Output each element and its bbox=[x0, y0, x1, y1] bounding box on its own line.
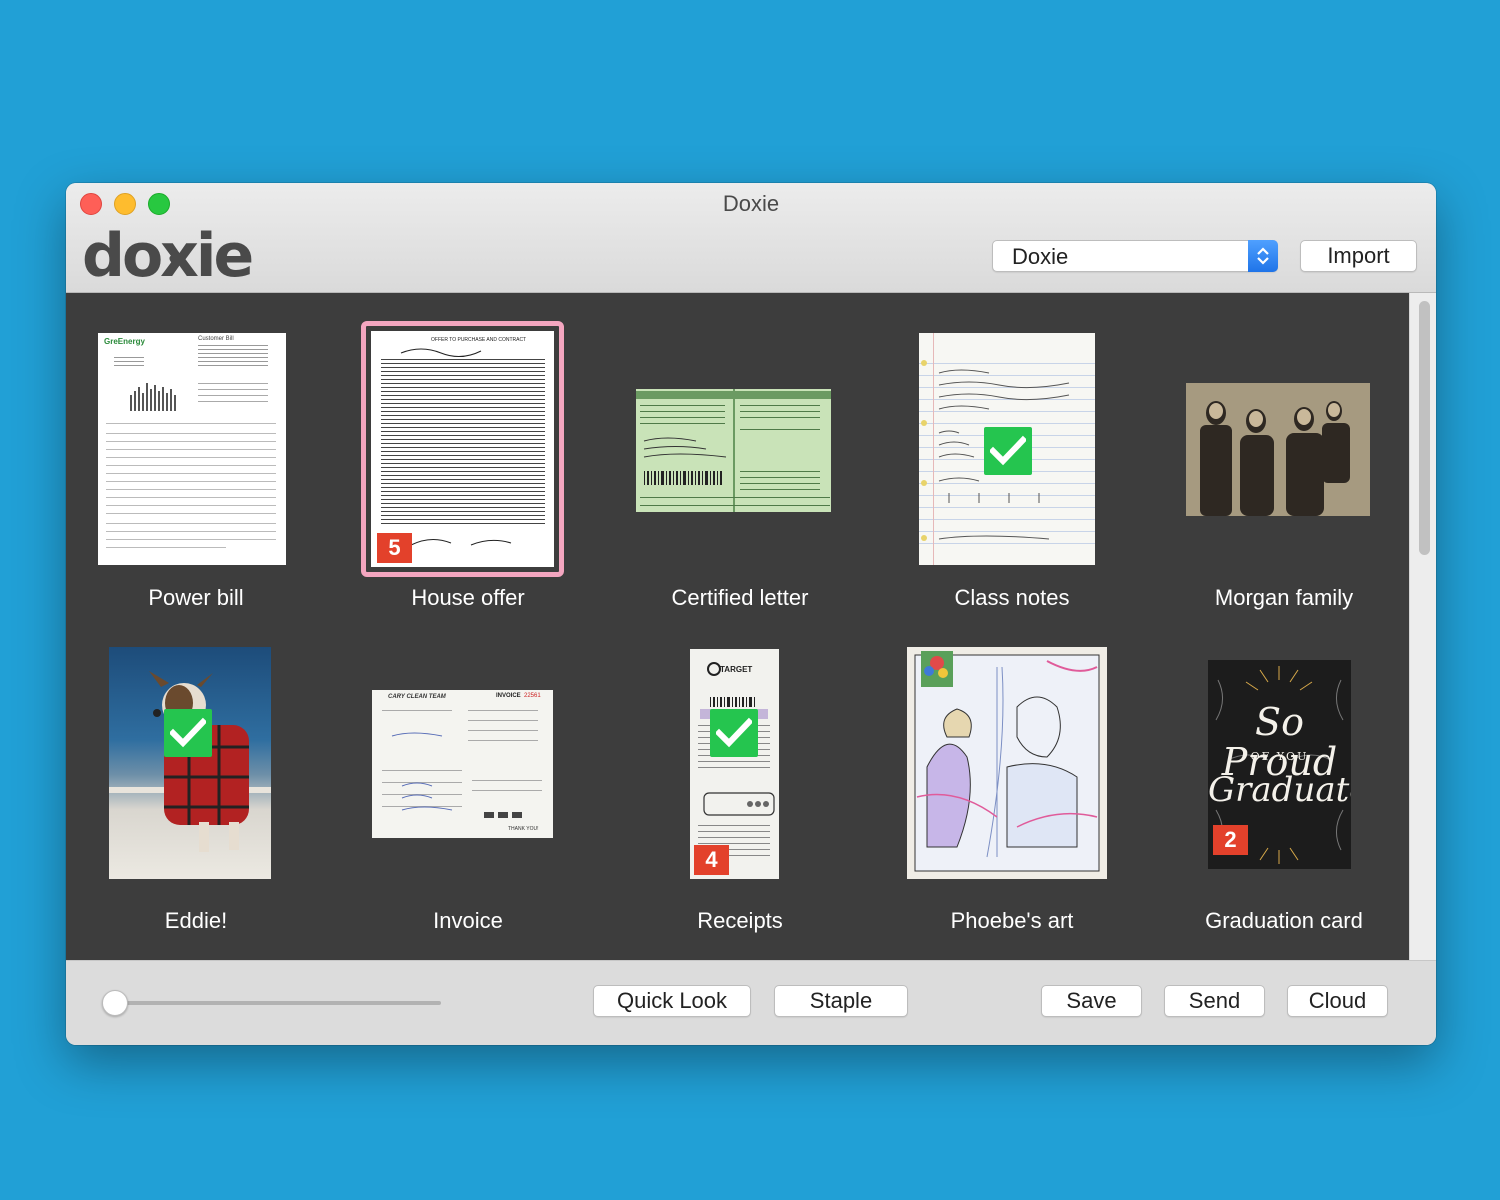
card-line-3: Graduate bbox=[1208, 770, 1351, 810]
scan-item-certified-letter[interactable]: Certified letter bbox=[610, 293, 870, 623]
scan-item-power-bill[interactable]: GreEnergy Customer Bill Power bill bbox=[66, 293, 326, 623]
scan-item-label: Class notes bbox=[954, 585, 1070, 610]
quick-look-button[interactable]: Quick Look bbox=[593, 985, 751, 1017]
page-count-badge: 4 bbox=[694, 845, 729, 875]
scan-item-label: Eddie! bbox=[164, 908, 228, 933]
scan-item-phoebes-art[interactable]: Phoebe's art bbox=[882, 615, 1142, 945]
select-stepper-icon bbox=[1248, 240, 1278, 272]
thumbnail-size-slider[interactable] bbox=[114, 1001, 441, 1005]
logo-text: doxie bbox=[82, 221, 254, 291]
invoice-content bbox=[382, 710, 542, 818]
scan-item-class-notes[interactable]: Class notes bbox=[882, 293, 1142, 623]
scan-item-label: Morgan family bbox=[1214, 585, 1354, 610]
page-count-badge: 5 bbox=[377, 533, 412, 563]
title-bar: Doxie doxie ♥ Doxie Import bbox=[66, 183, 1436, 293]
page-count-badge: 2 bbox=[1213, 825, 1248, 855]
device-select-value: Doxie bbox=[1012, 244, 1069, 269]
dog-figure bbox=[109, 671, 271, 852]
cloud-button[interactable]: Cloud bbox=[1287, 985, 1388, 1017]
scan-item-morgan-family[interactable]: Morgan family bbox=[1154, 293, 1414, 623]
scan-grid: GreEnergy Customer Bill Power bill OFFER… bbox=[66, 293, 1409, 960]
window-title: Doxie bbox=[722, 191, 780, 216]
invoice-thumbnail: CARY CLEAN TEAM INVOICE 22561 THANK YOU! bbox=[372, 690, 553, 838]
save-button[interactable]: Save bbox=[1041, 985, 1142, 1017]
checked-icon bbox=[710, 709, 758, 757]
staple-button[interactable]: Staple bbox=[774, 985, 908, 1017]
family-figures bbox=[1186, 383, 1370, 516]
scan-item-label: Power bill bbox=[148, 585, 244, 610]
phoebes-art-thumbnail bbox=[907, 647, 1107, 879]
scan-item-graduation-card[interactable]: So Proud OF YOU Graduate 2 Graduation ca… bbox=[1154, 615, 1414, 945]
eddie-photo bbox=[109, 647, 271, 879]
doxie-window: Doxie doxie ♥ Doxie Import GreEnergy Cus… bbox=[66, 183, 1436, 1045]
logo-heart-icon: ♥ bbox=[168, 252, 183, 271]
bottom-toolbar: Quick Look Staple Save Send Cloud bbox=[66, 960, 1436, 1045]
import-button[interactable]: Import bbox=[1300, 240, 1417, 272]
power-bill-content bbox=[106, 345, 276, 548]
scan-item-label: Certified letter bbox=[671, 585, 809, 610]
scan-item-label: Invoice bbox=[433, 908, 503, 933]
coloring-art bbox=[914, 651, 1100, 872]
power-bill-thumbnail: GreEnergy Customer Bill bbox=[98, 333, 286, 565]
scan-item-label: Graduation card bbox=[1205, 908, 1363, 933]
scan-item-eddie[interactable]: Eddie! bbox=[66, 615, 326, 945]
checked-icon bbox=[984, 427, 1032, 475]
house-offer-thumbnail: OFFER TO PURCHASE AND CONTRACT bbox=[371, 331, 554, 567]
house-offer-content bbox=[381, 348, 545, 546]
scan-item-receipts[interactable]: TARGET 4 Receipts bbox=[610, 615, 870, 945]
doxie-logo: doxie ♥ bbox=[82, 221, 254, 291]
scan-item-label: Receipts bbox=[697, 908, 783, 933]
scan-item-label: House offer bbox=[411, 585, 525, 610]
scrollbar-thumb[interactable] bbox=[1419, 301, 1430, 555]
vertical-scrollbar[interactable] bbox=[1409, 293, 1436, 960]
certified-letter-content bbox=[636, 389, 831, 512]
scan-item-invoice[interactable]: CARY CLEAN TEAM INVOICE 22561 THANK YOU!… bbox=[338, 615, 598, 945]
morgan-family-photo bbox=[1186, 383, 1370, 516]
certified-letter-thumbnail bbox=[636, 389, 831, 512]
scan-item-label: Phoebe's art bbox=[950, 908, 1074, 933]
card-line-2: OF YOU bbox=[1250, 750, 1309, 763]
send-button[interactable]: Send bbox=[1164, 985, 1265, 1017]
scan-item-house-offer[interactable]: OFFER TO PURCHASE AND CONTRACT 5 House o… bbox=[338, 293, 598, 623]
checked-icon bbox=[164, 709, 212, 757]
slider-knob[interactable] bbox=[102, 990, 128, 1016]
device-select[interactable]: Doxie bbox=[992, 240, 1278, 272]
